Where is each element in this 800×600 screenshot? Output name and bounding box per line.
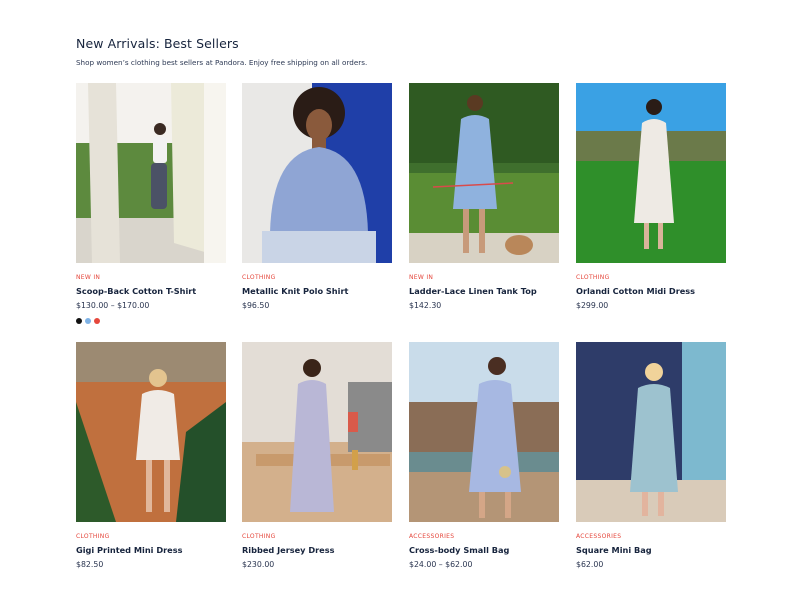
product-card[interactable]: CLOTHING Orlandi Cotton Midi Dress $299.… [576,83,726,310]
product-category: ACCESSORIES [576,533,622,540]
product-card[interactable]: NEW IN Scoop-Back Cotton T-Shirt $130.00… [76,83,226,324]
product-category: CLOTHING [242,533,276,540]
product-price: $24.00 – $62.00 [409,560,473,569]
product-name[interactable]: Metallic Knit Polo Shirt [242,286,392,296]
product-image[interactable] [76,83,226,263]
product-image[interactable] [576,83,726,263]
product-card[interactable]: CLOTHING Metallic Knit Polo Shirt $96.50 [242,83,392,310]
product-category: CLOTHING [242,274,276,281]
product-category: NEW IN [409,274,434,281]
product-category: CLOTHING [76,533,110,540]
product-card[interactable]: ACCESSORIES Square Mini Bag $62.00 [576,342,726,569]
swatch-blue[interactable] [85,318,91,324]
product-price: $299.00 [576,301,609,310]
swatch-black[interactable] [76,318,82,324]
product-card[interactable]: NEW IN Ladder-Lace Linen Tank Top $142.3… [409,83,559,310]
swatch-red[interactable] [94,318,100,324]
product-name[interactable]: Cross-body Small Bag [409,545,559,555]
product-price: $62.00 [576,560,604,569]
product-name[interactable]: Ladder-Lace Linen Tank Top [409,286,559,296]
product-price: $230.00 [242,560,275,569]
product-image[interactable] [242,83,392,263]
product-card[interactable]: ACCESSORIES Cross-body Small Bag $24.00 … [409,342,559,569]
product-price: $82.50 [76,560,104,569]
product-image[interactable] [409,342,559,522]
page-subtitle: Shop women’s clothing best sellers at Pa… [76,58,368,67]
page-header: New Arrivals: Best Sellers Shop women’s … [76,36,367,67]
product-image[interactable] [76,342,226,522]
product-name[interactable]: Scoop-Back Cotton T-Shirt [76,286,226,296]
product-price: $96.50 [242,301,270,310]
product-price: $130.00 – $170.00 [76,301,150,310]
product-image[interactable] [576,342,726,522]
product-card[interactable]: CLOTHING Gigi Printed Mini Dress $82.50 [76,342,226,569]
product-category: ACCESSORIES [409,533,455,540]
product-name[interactable]: Orlandi Cotton Midi Dress [576,286,726,296]
product-card[interactable]: CLOTHING Ribbed Jersey Dress $230.00 [242,342,392,569]
product-name[interactable]: Square Mini Bag [576,545,726,555]
product-name[interactable]: Ribbed Jersey Dress [242,545,392,555]
product-image[interactable] [242,342,392,522]
page-title: New Arrivals: Best Sellers [76,36,239,51]
product-price: $142.30 [409,301,442,310]
product-category: CLOTHING [576,274,610,281]
product-image[interactable] [409,83,559,263]
product-name[interactable]: Gigi Printed Mini Dress [76,545,226,555]
product-category: NEW IN [76,274,101,281]
color-swatches [76,318,226,324]
